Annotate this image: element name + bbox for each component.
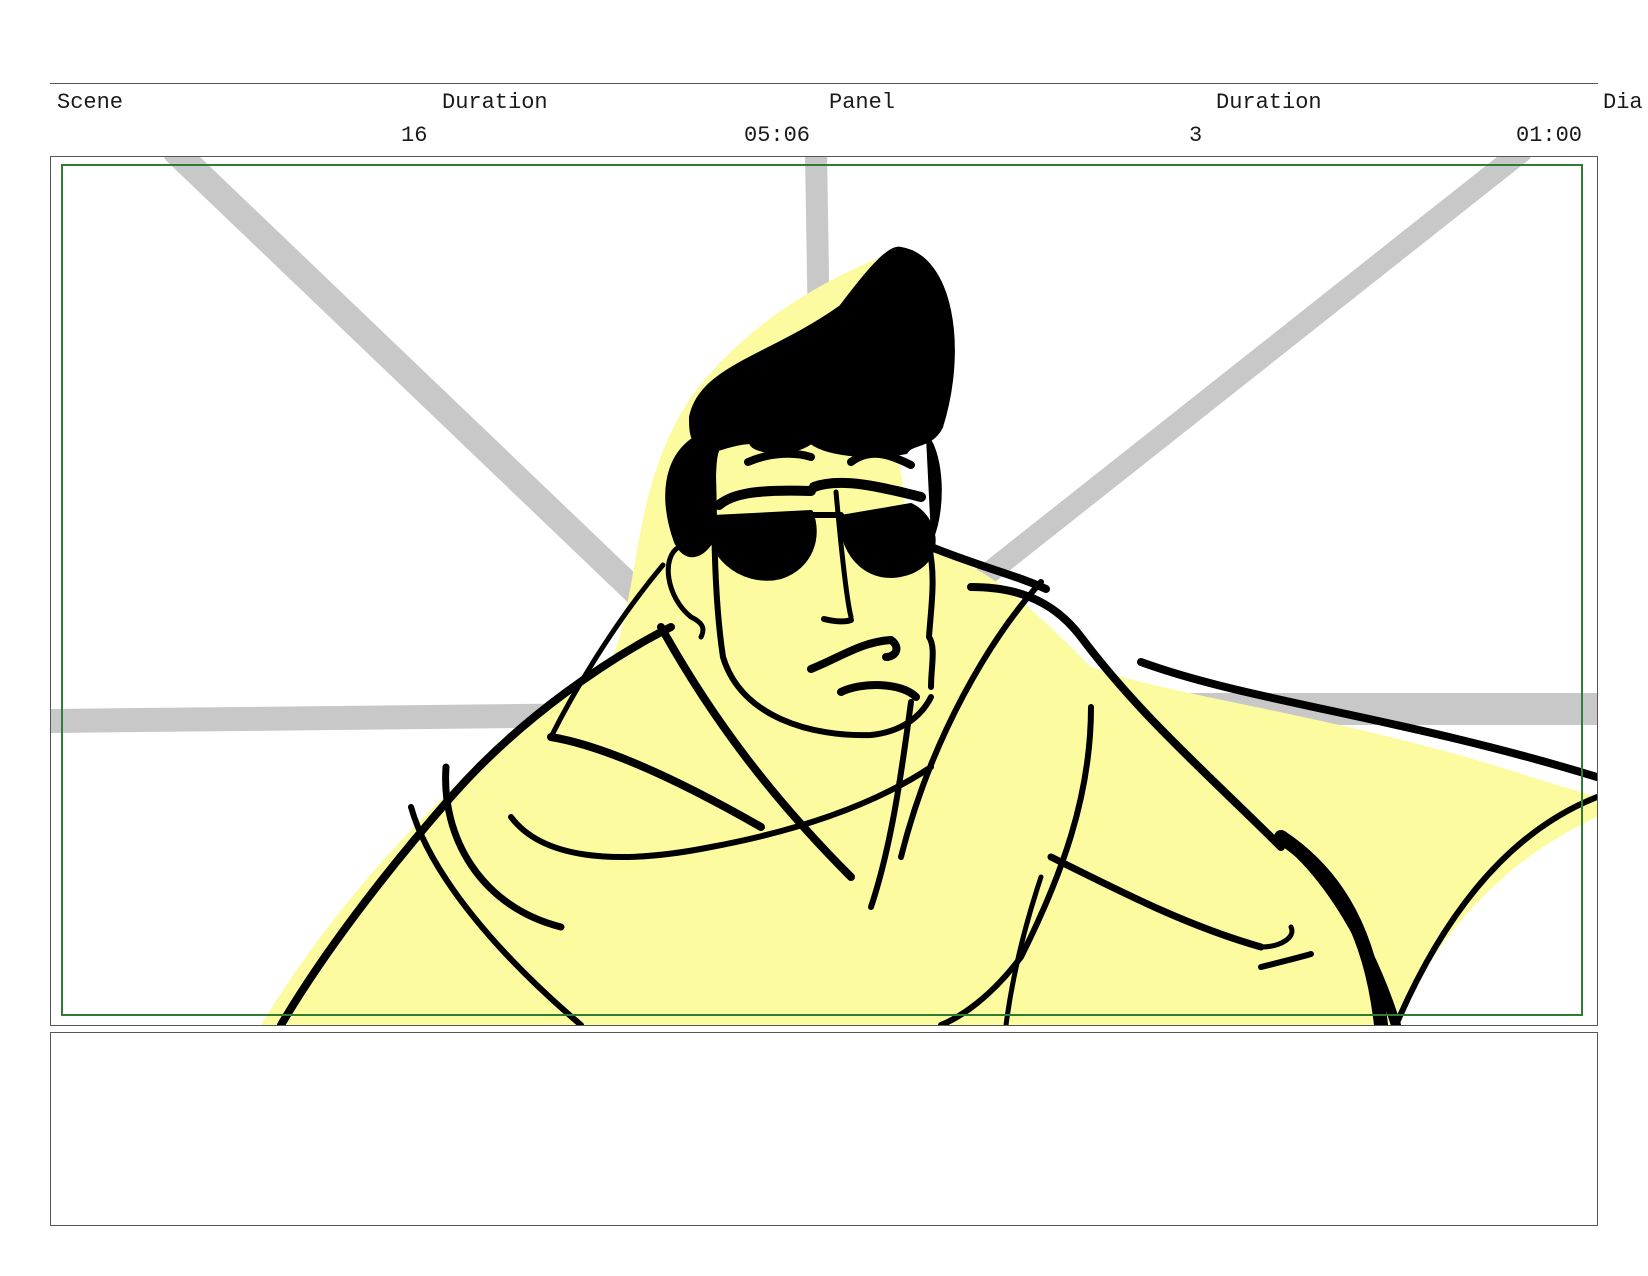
- panel-duration-label: Duration: [1216, 90, 1322, 115]
- dialogue-label: Dia: [1603, 90, 1643, 115]
- scene-duration-value: 05:06: [744, 123, 811, 148]
- panel-number: 3: [1189, 123, 1203, 148]
- scene-number: 16: [401, 123, 428, 148]
- storyboard-panel: [50, 156, 1598, 1026]
- panel-drawing: [51, 157, 1597, 1025]
- panel-label: Panel: [829, 90, 896, 115]
- header-rule: [50, 83, 1598, 84]
- panel-duration-value: 01:00: [1516, 123, 1583, 148]
- scene-duration-label: Duration: [442, 90, 548, 115]
- panel-notes-box[interactable]: [50, 1032, 1598, 1226]
- scene-label: Scene: [57, 90, 124, 115]
